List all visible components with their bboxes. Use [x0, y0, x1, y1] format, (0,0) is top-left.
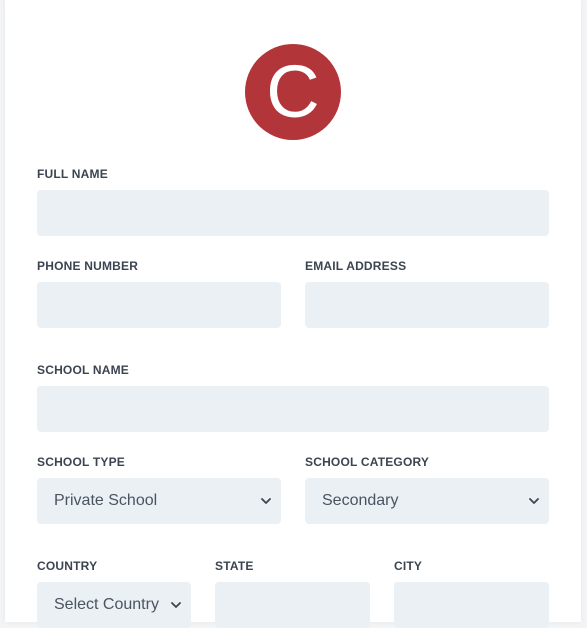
- chevron-down-icon: [261, 498, 271, 504]
- country-select[interactable]: Select Country: [37, 582, 191, 628]
- email-address-input[interactable]: [305, 282, 549, 328]
- school-category-label: SCHOOL CATEGORY: [305, 455, 430, 469]
- chevron-down-icon: [529, 498, 539, 504]
- logo-icon: C: [245, 44, 341, 140]
- school-category-value: Secondary: [322, 492, 399, 509]
- phone-number-label: PHONE NUMBER: [37, 259, 139, 273]
- logo: C: [245, 44, 341, 140]
- email-address-label: EMAIL ADDRESS: [305, 259, 407, 273]
- phone-number-input[interactable]: [37, 282, 281, 328]
- school-name-input[interactable]: [37, 386, 549, 432]
- svg-text:C: C: [266, 50, 319, 133]
- full-name-label: FULL NAME: [37, 167, 108, 181]
- school-type-label: SCHOOL TYPE: [37, 455, 125, 469]
- city-input[interactable]: [394, 582, 549, 628]
- full-name-input[interactable]: [37, 190, 549, 236]
- school-type-select[interactable]: Private School: [37, 478, 281, 524]
- school-type-value: Private School: [54, 492, 158, 509]
- state-input[interactable]: [215, 582, 370, 628]
- school-category-select[interactable]: Secondary: [305, 478, 549, 524]
- country-label: COUNTRY: [37, 559, 98, 573]
- registration-card: C FULL NAME PHONE NUMBER EMAIL ADDRESS S…: [5, 0, 581, 628]
- state-label: STATE: [215, 559, 254, 573]
- city-label: CITY: [394, 559, 423, 573]
- country-value: Select Country: [54, 596, 159, 613]
- school-name-label: SCHOOL NAME: [37, 363, 129, 377]
- chevron-down-icon: [171, 602, 181, 608]
